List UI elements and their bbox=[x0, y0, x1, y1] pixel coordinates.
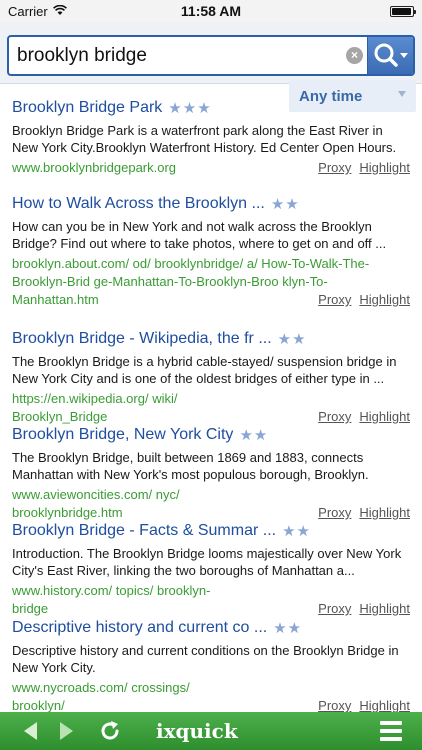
highlight-link[interactable]: Highlight bbox=[359, 600, 410, 618]
result-description: Descriptive history and current conditio… bbox=[12, 643, 399, 675]
star-rating-icon: ★★★ bbox=[168, 100, 212, 117]
result-footer: www.aviewoncities.com/ nyc/ brooklynbrid… bbox=[12, 486, 410, 522]
result-description: Introduction. The Brooklyn Bridge looms … bbox=[12, 546, 402, 578]
search-box: × bbox=[7, 35, 415, 76]
result-actions: Proxy Highlight bbox=[318, 159, 410, 177]
reload-icon[interactable] bbox=[98, 719, 122, 743]
star-rating-icon: ★★ bbox=[277, 331, 307, 348]
result-footer: https://en.wikipedia.org/ wiki/ Brooklyn… bbox=[12, 390, 410, 426]
result-footer: www.history.com/ topics/ brooklyn-bridge… bbox=[12, 582, 410, 618]
result-title-link[interactable]: Brooklyn Bridge, New York City bbox=[12, 426, 233, 444]
result-item: Brooklyn Bridge - Wikipedia, the fr ... … bbox=[12, 328, 410, 426]
highlight-link[interactable]: Highlight bbox=[359, 159, 410, 177]
star-rating-icon: ★★ bbox=[273, 620, 303, 637]
battery-icon bbox=[390, 6, 416, 17]
menu-icon[interactable] bbox=[380, 721, 402, 741]
search-button[interactable] bbox=[367, 37, 413, 74]
star-rating-icon: ★★ bbox=[239, 427, 269, 444]
result-item: Brooklyn Bridge, New York City ★★ The Br… bbox=[12, 424, 410, 522]
highlight-link[interactable]: Highlight bbox=[359, 291, 410, 309]
result-title-link[interactable]: Brooklyn Bridge - Facts & Summar ... bbox=[12, 522, 276, 540]
result-title-row: Brooklyn Bridge - Wikipedia, the fr ... … bbox=[12, 328, 410, 350]
result-description: The Brooklyn Bridge, built between 1869 … bbox=[12, 450, 369, 482]
result-description: How can you be in New York and not walk … bbox=[12, 219, 387, 251]
result-title-row: Descriptive history and current co ... ★… bbox=[12, 617, 410, 639]
proxy-link[interactable]: Proxy bbox=[318, 291, 351, 309]
battery-level bbox=[392, 8, 411, 15]
result-item: Descriptive history and current co ... ★… bbox=[12, 617, 410, 715]
result-item: Brooklyn Bridge - Facts & Summar ... ★★ … bbox=[12, 520, 410, 618]
result-title-row: How to Walk Across the Brooklyn ... ★★ bbox=[12, 193, 410, 215]
result-footer: www.brooklynbridgepark.org Proxy Highlig… bbox=[12, 159, 410, 177]
result-actions: Proxy Highlight bbox=[318, 291, 410, 309]
result-title-link[interactable]: How to Walk Across the Brooklyn ... bbox=[12, 195, 265, 213]
result-item: Brooklyn Bridge Park ★★★ Brooklyn Bridge… bbox=[12, 97, 410, 177]
result-title-row: Brooklyn Bridge Park ★★★ bbox=[12, 97, 410, 119]
result-item: How to Walk Across the Brooklyn ... ★★ H… bbox=[12, 193, 410, 309]
proxy-link[interactable]: Proxy bbox=[318, 600, 351, 618]
status-bar: Carrier 11:58 AM bbox=[0, 0, 422, 22]
back-arrow-icon[interactable] bbox=[24, 722, 37, 740]
proxy-link[interactable]: Proxy bbox=[318, 159, 351, 177]
search-header: × bbox=[0, 22, 422, 84]
status-time: 11:58 AM bbox=[180, 3, 242, 19]
result-footer: www.nycroads.com/ crossings/ brooklyn/ P… bbox=[12, 679, 410, 715]
result-title-link[interactable]: Descriptive history and current co ... bbox=[12, 619, 267, 637]
search-icon bbox=[374, 43, 408, 67]
result-title-link[interactable]: Brooklyn Bridge - Wikipedia, the fr ... bbox=[12, 330, 272, 348]
bottom-toolbar: ixquick bbox=[0, 712, 422, 750]
result-title-row: Brooklyn Bridge - Facts & Summar ... ★★ bbox=[12, 520, 410, 542]
search-input[interactable] bbox=[17, 37, 337, 74]
star-rating-icon: ★★ bbox=[270, 196, 300, 213]
result-actions: Proxy Highlight bbox=[318, 600, 410, 618]
result-description: The Brooklyn Bridge is a hybrid cable-st… bbox=[12, 354, 397, 386]
forward-arrow-icon[interactable] bbox=[60, 722, 73, 740]
clear-icon[interactable]: × bbox=[346, 47, 363, 64]
star-rating-icon: ★★ bbox=[282, 523, 311, 540]
result-title-row: Brooklyn Bridge, New York City ★★ bbox=[12, 424, 410, 446]
result-footer: brooklyn.about.com/ od/ brooklynbridge/ … bbox=[12, 255, 410, 309]
ixquick-logo[interactable]: ixquick bbox=[156, 719, 238, 743]
result-title-link[interactable]: Brooklyn Bridge Park bbox=[12, 99, 162, 117]
result-description: Brooklyn Bridge Park is a waterfront par… bbox=[12, 123, 397, 155]
